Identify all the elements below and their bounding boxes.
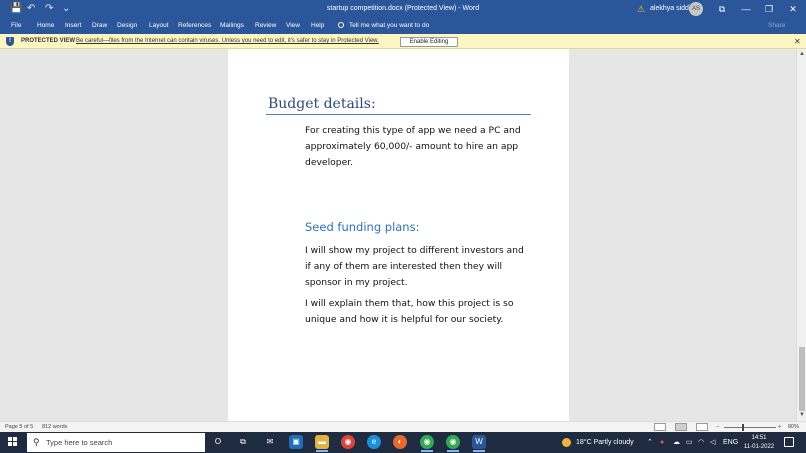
print-layout-icon[interactable] [675,423,687,431]
ribbon-tabs: File Home Insert Draw Design Layout Refe… [0,18,806,34]
seed-paragraph-2: I will explain them that, how this proje… [305,296,535,328]
tab-review[interactable]: Review [255,18,276,34]
avatar[interactable]: AS [689,2,703,16]
windows-start-icon[interactable] [8,437,18,447]
web-layout-icon[interactable] [696,423,708,431]
shield-icon: ! [6,37,14,46]
scroll-thumb[interactable] [799,347,805,411]
ribbon-display-options-button[interactable]: ⧉ [711,0,733,18]
tell-me-box[interactable]: Tell me what you want to do [338,18,429,34]
document-viewport [0,49,796,421]
lightbulb-icon [338,22,344,29]
cortana-icon[interactable]: O [211,435,225,449]
close-protected-bar-icon[interactable]: ✕ [794,34,801,49]
scroll-up-icon[interactable]: ▲ [798,50,806,58]
antivirus-icon[interactable]: ● [660,432,664,453]
budget-paragraph: For creating this type of app we need a … [305,123,535,170]
chrome-profile-icon[interactable]: ◉ [446,435,460,452]
minimize-button[interactable]: — [735,0,757,18]
protected-view-bar: ! PROTECTED VIEW Be careful—files from t… [0,34,806,49]
tab-view[interactable]: View [286,18,300,34]
word-icon[interactable]: W [472,435,486,452]
tab-draw[interactable]: Draw [92,18,107,34]
text-line: unique and how it is helpful for our soc… [305,313,504,325]
text-line: I will show my project to different inve… [305,245,524,256]
onedrive-icon[interactable]: ☁ [673,432,680,453]
volume-icon[interactable]: ◁ [710,432,715,453]
heading-seed-funding: Seed funding plans: [305,220,420,234]
tab-design[interactable]: Design [117,18,137,34]
wifi-icon[interactable]: ◠ [698,432,704,453]
seed-paragraph-1: I will show my project to different inve… [305,243,535,290]
clock[interactable]: 14:51 11-01-2022 [742,434,776,451]
close-window-button[interactable]: ✕ [782,0,804,18]
protected-view-message-link[interactable]: Be careful—files from the Internet can c… [76,34,379,49]
warning-icon[interactable]: ⚠ [637,3,645,15]
text-line: developer. [305,156,354,168]
text-line: sponsor in my project. [305,276,408,288]
clock-date: 11-01-2022 [743,443,775,450]
taskbar-search-box[interactable]: ⚲ Type here to search [27,433,205,452]
zoom-slider[interactable] [724,427,776,428]
text-line: approximately 60,000/- amount to hire an… [305,140,519,152]
read-mode-icon[interactable] [654,423,666,431]
enable-editing-button[interactable]: Enable Editing [400,37,458,47]
tab-help[interactable]: Help [311,18,324,34]
notifications-icon[interactable] [784,437,794,447]
tab-mailings[interactable]: Mailings [220,18,244,34]
weather-icon[interactable] [562,438,571,447]
firefox-icon[interactable]: ◐ [393,435,407,449]
edge-icon[interactable]: e [367,435,381,449]
text-line: For creating this type of app we need a … [305,125,521,136]
protected-view-label: PROTECTED VIEW [21,38,76,44]
zoom-slider-thumb[interactable] [742,424,744,431]
file-explorer-icon[interactable]: ▬ [315,435,329,452]
heading-budget-details: Budget details: [268,96,376,112]
tab-layout[interactable]: Layout [149,18,169,34]
vertical-scrollbar[interactable]: ▲ ▼ [796,49,806,421]
text-line: I will explain them that, how this proje… [305,298,514,309]
weather-text[interactable]: 18°C Partly cloudy [576,432,634,453]
tell-me-label: Tell me what you want to do [349,22,430,29]
chrome-profile-icon[interactable]: ◉ [420,435,434,452]
chrome-icon[interactable]: ◉ [341,435,355,449]
text-line: if any of them are interested then they … [305,260,503,272]
mail-icon[interactable]: ✉ [263,435,277,449]
windows-taskbar: ⚲ Type here to search O ⧉ ✉ ▣ ▬ ◉ e ◐ ◉ … [0,432,806,453]
tab-insert[interactable]: Insert [65,18,81,34]
photos-icon[interactable]: ▣ [289,435,303,449]
restore-button[interactable]: ❐ [758,0,780,18]
task-view-icon[interactable]: ⧉ [236,435,250,449]
status-bar: Page 5 of 5 812 words − + 80% [0,421,806,432]
battery-icon[interactable]: ▭ [686,432,693,453]
search-icon: ⚲ [33,437,40,447]
user-name[interactable]: alekhya siddi [650,0,690,18]
share-button[interactable]: Share [768,18,785,34]
heading-underline [266,114,531,115]
title-bar: 💾 ↶ ↷ ⌄ startup competition.docx (Protec… [0,0,806,18]
show-hidden-icons-icon[interactable]: ⌃ [647,432,653,453]
clock-time: 14:51 [751,435,767,441]
tab-home[interactable]: Home [37,18,54,34]
tab-references[interactable]: References [178,18,211,34]
search-placeholder: Type here to search [46,438,113,447]
scroll-down-icon[interactable]: ▼ [798,411,806,419]
language-indicator[interactable]: ENG [723,432,738,453]
tab-file[interactable]: File [11,18,21,34]
